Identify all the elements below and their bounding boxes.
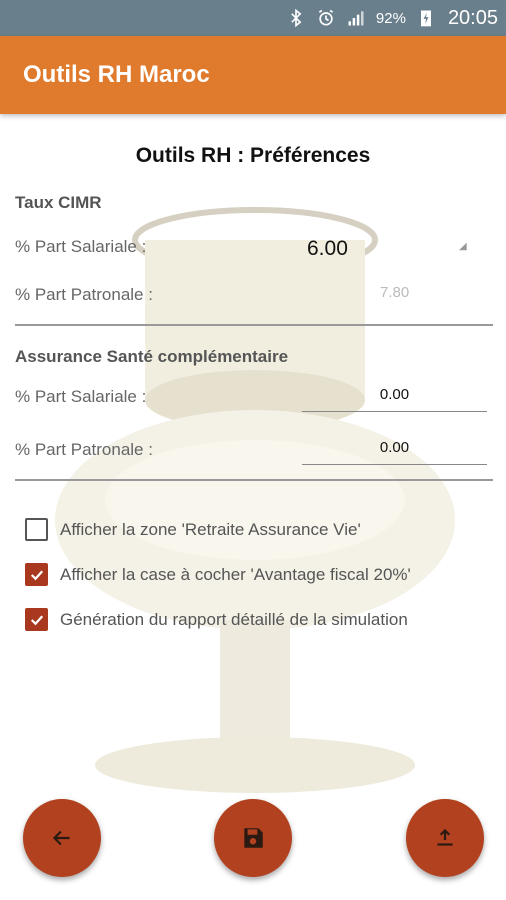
option-avantage-fiscal[interactable]: Afficher la case à cocher 'Avantage fisc… bbox=[25, 563, 411, 586]
battery-charging-icon bbox=[416, 8, 436, 28]
check-icon bbox=[30, 569, 43, 580]
assurance-patronale-label: % Part Patronale : bbox=[15, 440, 153, 459]
option-label: Afficher la zone 'Retraite Assurance Vie… bbox=[60, 519, 361, 539]
cimr-patronale-label: % Part Patronale : bbox=[15, 285, 153, 304]
arrow-back-icon bbox=[52, 830, 70, 846]
checkbox-checked[interactable] bbox=[25, 563, 48, 586]
option-retraite-assurance-vie[interactable]: Afficher la zone 'Retraite Assurance Vie… bbox=[25, 518, 361, 541]
cimr-salariale-spinner[interactable]: 6.00 bbox=[307, 237, 348, 261]
cimr-salariale-label: % Part Salariale : bbox=[15, 237, 147, 256]
assurance-salariale-input[interactable] bbox=[302, 378, 487, 412]
app-title: Outils RH Maroc bbox=[23, 61, 210, 88]
option-label: Génération du rapport détaillé de la sim… bbox=[60, 609, 408, 629]
section-divider bbox=[15, 479, 493, 481]
status-bar: 92% 20:05 bbox=[0, 0, 506, 36]
spinner-arrow-icon[interactable]: ◢ bbox=[459, 241, 467, 252]
cimr-patronale-value: 7.80 bbox=[380, 284, 410, 301]
checkbox-unchecked[interactable] bbox=[25, 518, 48, 541]
assurance-section-title: Assurance Santé complémentaire bbox=[15, 347, 289, 366]
checkbox-checked[interactable] bbox=[25, 608, 48, 631]
battery-percent: 92% bbox=[375, 9, 406, 27]
upload-icon bbox=[437, 828, 453, 846]
check-icon bbox=[30, 614, 43, 625]
cimr-section-title: Taux CIMR bbox=[15, 193, 102, 212]
bluetooth-icon bbox=[286, 8, 306, 28]
option-label: Afficher la case à cocher 'Avantage fisc… bbox=[60, 564, 411, 584]
option-rapport-detaille[interactable]: Génération du rapport détaillé de la sim… bbox=[25, 608, 408, 631]
status-time: 20:05 bbox=[447, 6, 498, 29]
app-bar: Outils RH Maroc bbox=[0, 36, 506, 114]
signal-icon bbox=[346, 8, 366, 28]
page-title: Outils RH : Préférences bbox=[135, 144, 371, 167]
preferences-content: Outils RH : Préférences Taux CIMR % Part… bbox=[0, 114, 506, 900]
assurance-salariale-label: % Part Salariale : bbox=[15, 387, 147, 406]
share-button[interactable] bbox=[406, 799, 484, 877]
alarm-icon bbox=[316, 8, 336, 28]
save-icon bbox=[244, 828, 263, 848]
assurance-patronale-input[interactable] bbox=[302, 431, 487, 465]
back-button[interactable] bbox=[23, 799, 101, 877]
save-button[interactable] bbox=[214, 799, 292, 877]
section-divider bbox=[15, 324, 493, 326]
